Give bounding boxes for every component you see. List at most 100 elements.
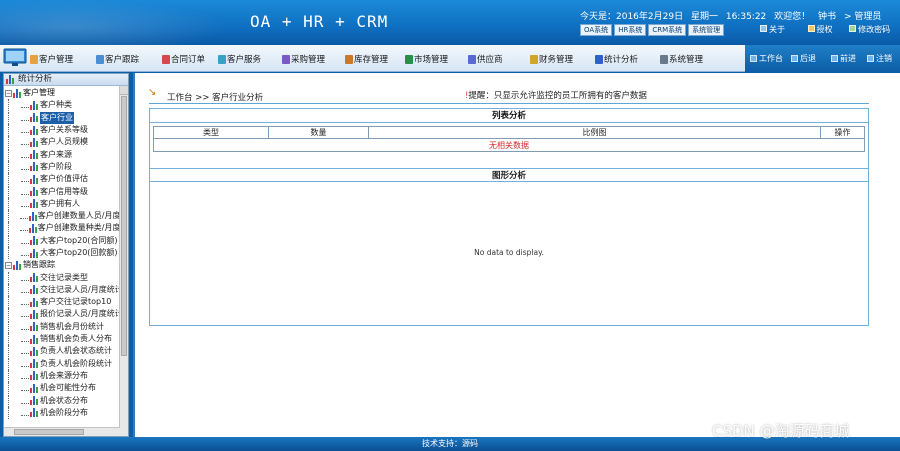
tree-line [8, 197, 18, 210]
analysis-panel: 列表分析 类型 数量 比例图 操作 无相关数据 图形分析 No data to … [149, 108, 869, 326]
tree-item[interactable]: 机会可能性分布 [4, 382, 128, 395]
nav-inventory-management[interactable]: 库存管理 [345, 53, 388, 65]
tree-item[interactable]: 客户信用等级 [4, 185, 128, 198]
tree-item-label: 销售机会负责人分布 [40, 334, 112, 344]
tree-item[interactable]: 客户种类 [4, 99, 128, 112]
tree-line [8, 234, 18, 247]
tree-line [8, 136, 18, 149]
tree-item[interactable]: 客户创建数量种类/月度统计 [4, 222, 129, 235]
tree-item[interactable]: 机会阶段分布 [4, 406, 128, 419]
tree-item[interactable]: 交往记录人员/月度统计 [4, 283, 128, 296]
oa-system-link[interactable]: OA系统 [580, 24, 613, 36]
tree-item[interactable]: 客户关系等级 [4, 124, 128, 137]
tree-line [8, 210, 17, 223]
tree-item[interactable]: 客户阶段 [4, 160, 128, 173]
key-icon [807, 25, 815, 32]
scroll-thumb[interactable] [121, 96, 127, 356]
tree-branch [21, 176, 29, 183]
nav-customer-service[interactable]: 客户服务 [218, 53, 261, 65]
back-button[interactable]: 后退 [791, 53, 816, 64]
chart-icon [30, 187, 39, 197]
tree-line [8, 308, 18, 321]
tree-item[interactable]: 客户行业 [4, 111, 128, 124]
about-link[interactable]: 关于 [760, 25, 785, 34]
chart-icon [30, 396, 39, 406]
nav-finance-management[interactable]: 财务管理 [530, 53, 573, 65]
tree-branch [21, 250, 29, 256]
tree-branch [21, 299, 29, 306]
breadcrumb: 工作台 >> 客户行业分析 [167, 93, 264, 103]
tree-line [8, 222, 17, 235]
tree-branch [21, 311, 29, 318]
sidebar-vertical-scrollbar[interactable] [119, 86, 128, 436]
chart-icon [28, 223, 37, 233]
collapse-icon[interactable]: − [5, 89, 12, 97]
nav-customer-management[interactable]: 客户管理 [30, 53, 73, 65]
empty-message: 无相关数据 [153, 138, 865, 152]
tree-item-label: 客户创建数量种类/月度统计 [37, 223, 129, 233]
tree-item-label: 大客户top20(合同额) [40, 235, 118, 245]
tree-item[interactable]: 客户人员规模 [4, 136, 128, 149]
header-info: 今天是：2016年2月29日 星期一 16:35:22 欢迎您！ 钟书 > 管理… [580, 9, 886, 22]
chart-icon [30, 100, 39, 110]
chart-icon [30, 125, 39, 135]
nav-system-management[interactable]: 系统管理 [660, 53, 703, 65]
tree-branch [21, 324, 29, 330]
scroll-up-arrow-icon[interactable] [120, 86, 128, 95]
nav-statistics[interactable]: 统计分析 [595, 53, 638, 65]
nav-market-management[interactable]: 市场管理 [405, 53, 448, 65]
tree-line [8, 160, 18, 173]
system-admin-link[interactable]: 系统管理 [688, 24, 725, 36]
tree-item[interactable]: 客户拥有人 [4, 197, 128, 210]
tree-item[interactable]: 客户来源 [4, 148, 128, 161]
workbench-button[interactable]: 工作台 [750, 53, 783, 64]
tree-item[interactable]: 客户交往记录top10 [4, 296, 128, 309]
tree-item[interactable]: 机会来源分布 [4, 369, 128, 382]
collapse-icon[interactable]: − [5, 261, 12, 269]
logout-button[interactable]: 注销 [867, 53, 892, 64]
chart-icon [30, 309, 39, 319]
workbench-icon [750, 55, 757, 62]
table-row: 无相关数据 [153, 138, 865, 152]
tree-item-label: 负责人机会阶段统计 [40, 358, 112, 368]
main-content: ↘ 工作台 >> 客户行业分析 !提醒：只显示允许监控的员工所拥有的客户数据 列… [133, 73, 900, 437]
tree-branch [21, 139, 29, 146]
tree-item[interactable]: 大客户top20(回款额) [4, 247, 128, 259]
tree-item-label: 客户交往记录top10 [40, 297, 112, 307]
list-analysis-title: 列表分析 [150, 109, 868, 123]
chart-icon [13, 88, 22, 98]
tree-branch [21, 102, 29, 109]
tree-branch [20, 225, 28, 232]
customer-icon [30, 54, 38, 64]
license-link[interactable]: 授权 [807, 25, 833, 34]
nav-purchase-management[interactable]: 采购管理 [282, 53, 325, 65]
nav-contract-orders[interactable]: 合同订单 [162, 53, 205, 65]
tree-branch [21, 164, 29, 170]
chart-no-data-text: No data to display. [474, 248, 544, 257]
sidebar-horizontal-scrollbar[interactable] [4, 427, 120, 436]
tree-item[interactable]: 客户价值评估 [4, 173, 128, 186]
monitor-logo-icon [3, 48, 27, 66]
crm-system-link[interactable]: CRM系统 [648, 24, 687, 36]
tree-group[interactable]: − 客户管理 [4, 87, 128, 99]
hr-system-link[interactable]: HR系统 [614, 24, 647, 36]
tree-item[interactable]: 大客户top20(合同额) [4, 234, 128, 247]
tree-branch [21, 152, 29, 158]
chart-icon [30, 383, 39, 393]
change-password-link[interactable]: 修改密码 [849, 25, 890, 34]
tree-item[interactable]: 负责人机会状态统计 [4, 345, 128, 358]
nav-customer-tracking[interactable]: 客户跟踪 [96, 53, 139, 65]
nav-supplier[interactable]: 供应商 [468, 53, 503, 65]
tree-item[interactable]: 客户创建数量人员/月度统计 [4, 210, 128, 223]
tree-line [8, 406, 18, 419]
tree-group[interactable]: − 销售跟踪 [4, 259, 128, 271]
forward-button[interactable]: 前进 [831, 53, 856, 64]
tree-item[interactable]: 销售机会负责人分布 [4, 333, 128, 346]
tree-item[interactable]: 机会状态分布 [4, 394, 128, 407]
hscroll-thumb[interactable] [14, 429, 84, 435]
tree-item[interactable]: 交往记录类型 [4, 271, 128, 284]
tree-item-label: 客户行业 [40, 111, 74, 124]
tree-item[interactable]: 报价记录人员/月度统计 [4, 308, 128, 321]
tree-item[interactable]: 销售机会月份统计 [4, 320, 128, 333]
tree-item[interactable]: 负责人机会阶段统计 [4, 357, 128, 370]
